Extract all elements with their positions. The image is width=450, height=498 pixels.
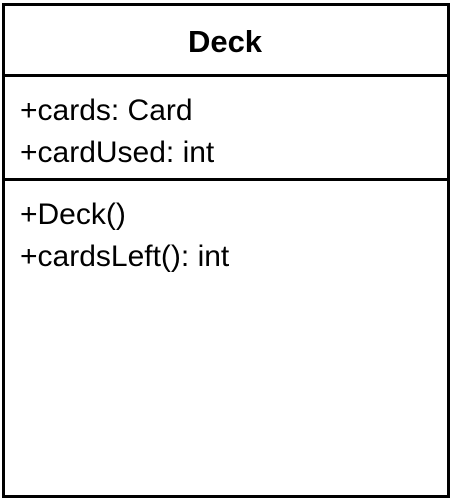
operation-item: +Deck() [20, 198, 126, 231]
attribute-item: +cards: Card [20, 94, 193, 127]
operations-compartment: +Deck() +cardsLeft(): int [5, 181, 447, 278]
operation-item: +cardsLeft(): int [20, 240, 230, 273]
uml-class-box: Deck +cards: Card +cardUsed: int +Deck()… [2, 3, 450, 498]
class-header: Deck [5, 6, 447, 77]
attributes-compartment: +cards: Card +cardUsed: int [5, 77, 447, 181]
class-name: Deck [187, 23, 263, 59]
attribute-item: +cardUsed: int [20, 136, 215, 169]
